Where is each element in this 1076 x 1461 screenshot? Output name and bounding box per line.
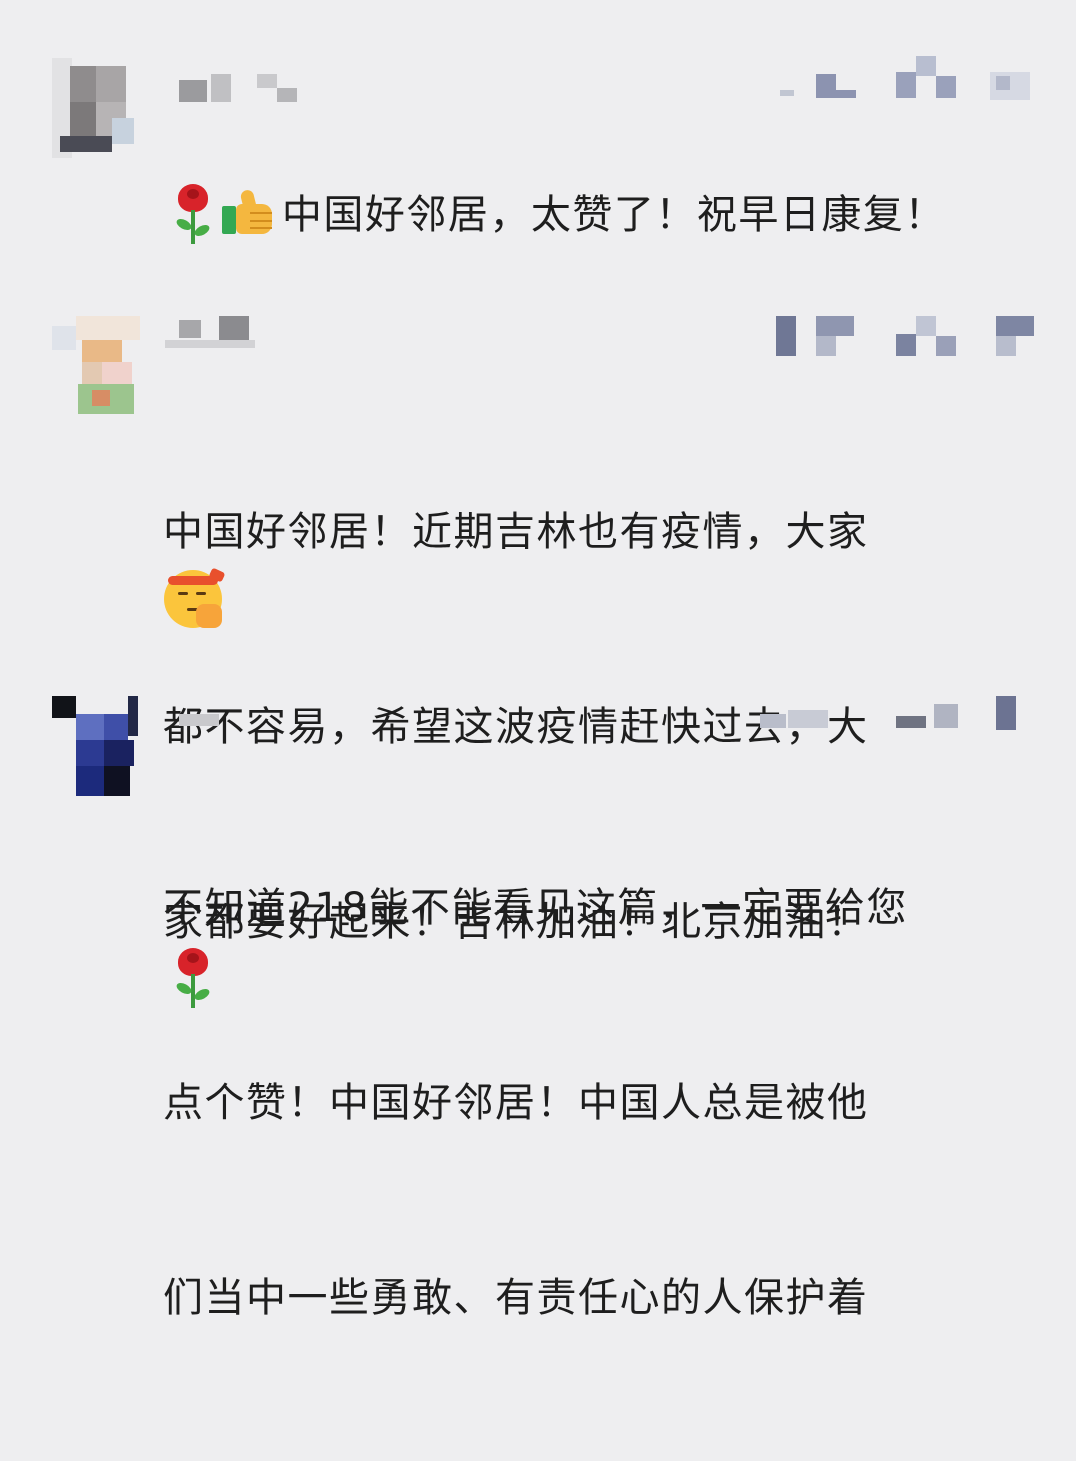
comment-meta-blurred — [720, 690, 1060, 736]
commenter-name-blurred — [165, 312, 285, 352]
comment-text-line: 们当中一些勇敢、有责任心的人保护着 — [163, 1275, 869, 1321]
comment-meta-blurred — [720, 52, 1060, 100]
comment-text: 中国好邻居，太赞了！祝早日康复！ — [163, 118, 1043, 313]
comment-text-content: 中国好邻居，太赞了！祝早日康复！ — [281, 192, 946, 238]
avatar[interactable] — [52, 58, 142, 158]
comment-text-line: 中国好邻居！近期吉林也有疫情，大家 — [163, 509, 869, 555]
commenter-name-blurred — [165, 70, 305, 110]
avatar[interactable] — [52, 316, 142, 416]
avatar[interactable] — [52, 696, 142, 796]
determined-face-icon — [162, 566, 226, 630]
comment-meta-blurred — [720, 312, 1060, 358]
commenter-name-blurred — [165, 696, 285, 736]
thumbs-up-icon — [220, 188, 276, 236]
rose-icon — [170, 946, 216, 1010]
comment-text-line: 点个赞！中国好邻居！中国人总是被他 — [163, 1080, 869, 1126]
comment-text-line: 不知道218能不能看见这篇，一定要给您 — [163, 885, 908, 931]
rose-icon — [170, 182, 216, 246]
comment-text: 不知道218能不能看见这篇，一定要给您 点个赞！中国好邻居！中国人总是被他 们当… — [163, 746, 1043, 1461]
